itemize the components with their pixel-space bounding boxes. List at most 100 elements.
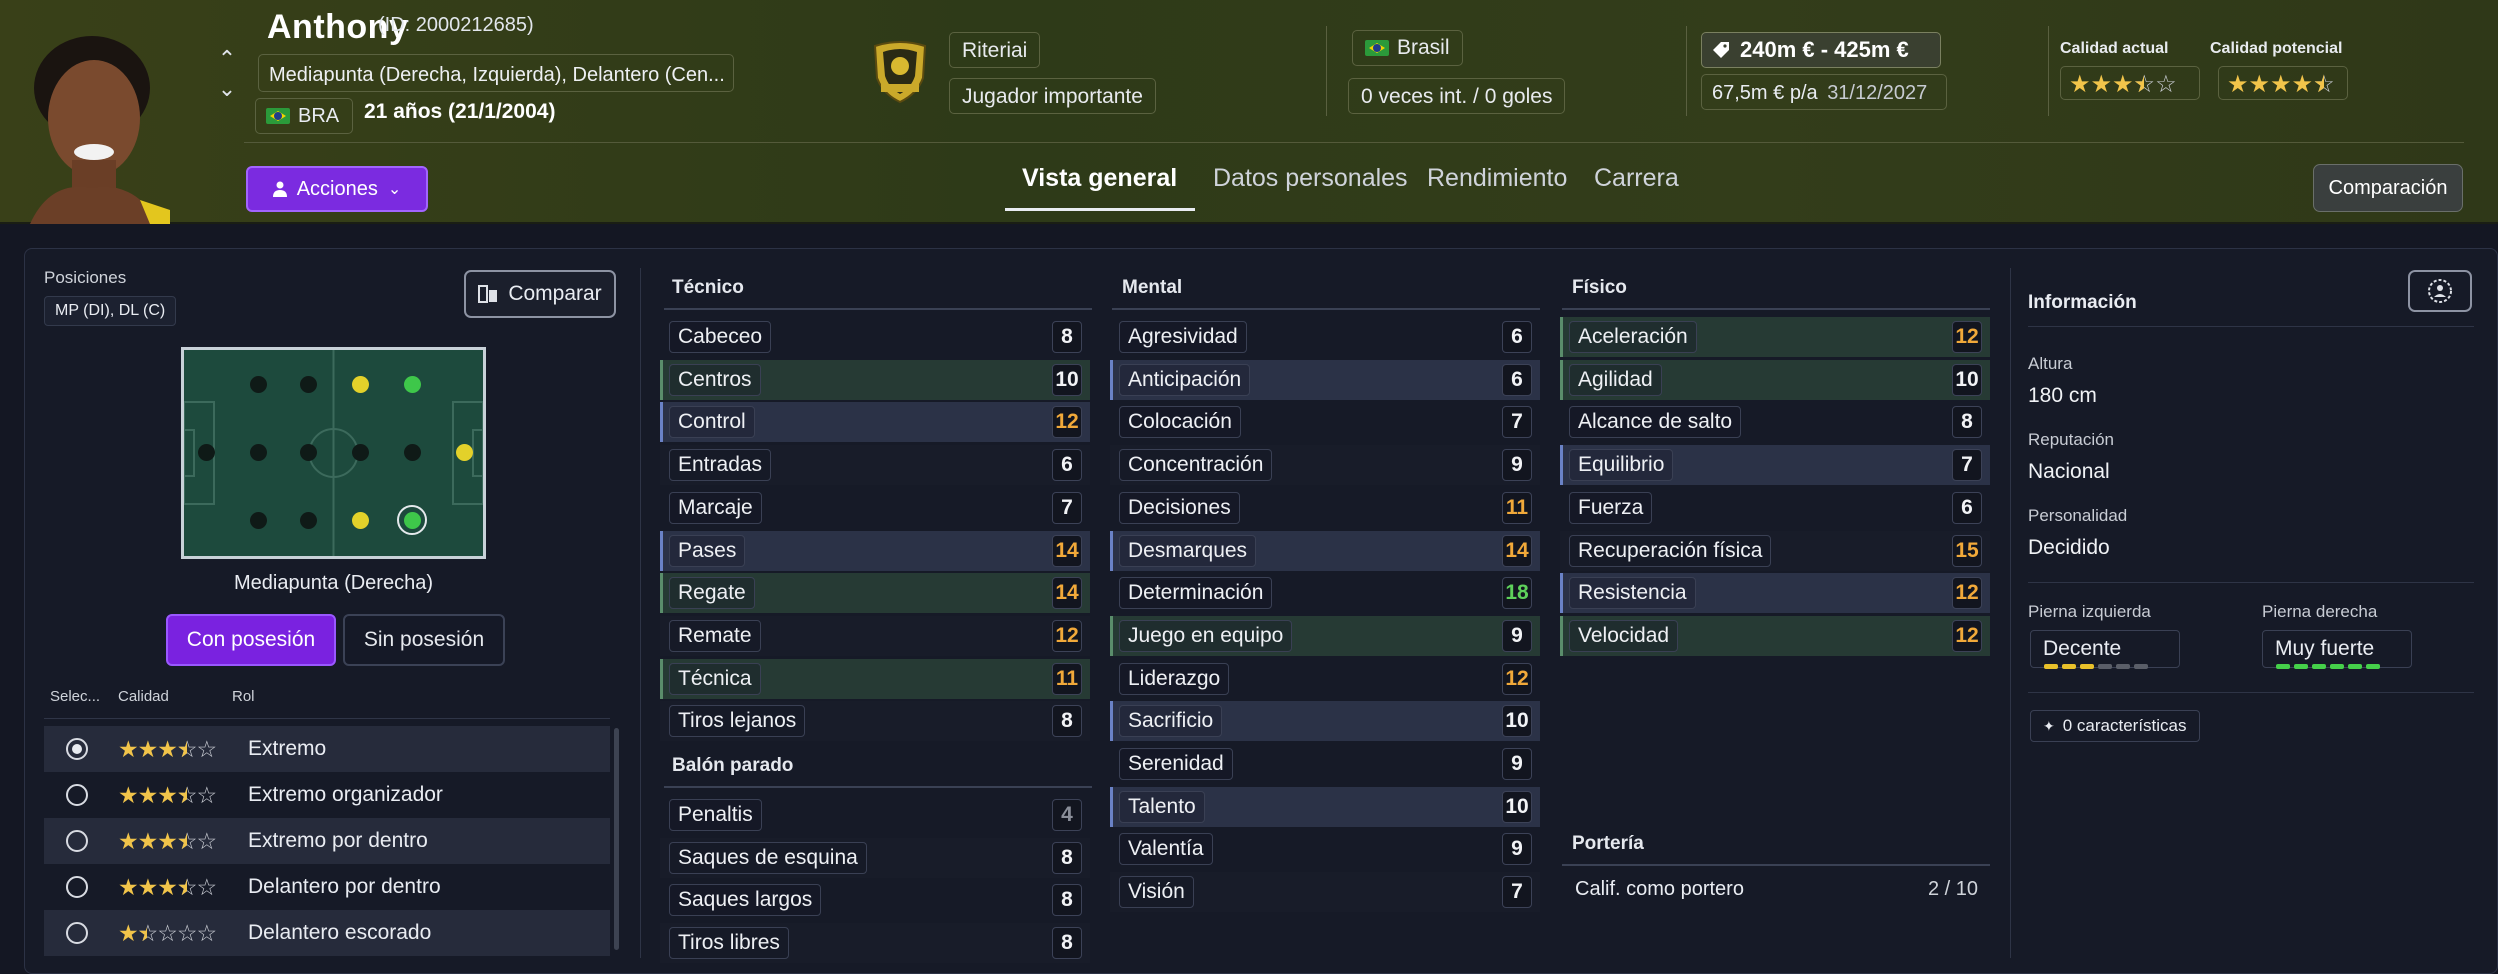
- star-half-icon: ☆★: [2133, 71, 2156, 98]
- star-empty-icon: ☆: [157, 919, 178, 946]
- star-empty-icon: ☆: [196, 919, 218, 946]
- current-quality-label: Calidad actual: [2060, 40, 2169, 57]
- attribute-row[interactable]: Alcance de salto 8: [1560, 402, 1990, 442]
- attribute-row[interactable]: Control 12: [660, 402, 1090, 443]
- star-half-icon: ☆★: [176, 873, 198, 900]
- attribute-row[interactable]: Técnica 11: [660, 658, 1090, 699]
- star-full-icon: ★: [157, 735, 178, 762]
- attribute-row[interactable]: Juego en equipo 9: [1110, 615, 1540, 656]
- attribute-row[interactable]: Recuperación física 15: [1560, 530, 1990, 571]
- attribute-row[interactable]: Marcaje 7: [660, 488, 1090, 528]
- attribute-name: Regate: [669, 577, 755, 610]
- attribute-row[interactable]: Saques largos 8: [660, 880, 1090, 920]
- attribute-row[interactable]: Regate 14: [660, 573, 1090, 614]
- tab-performance[interactable]: Rendimiento: [1427, 164, 1567, 193]
- attribute-row[interactable]: Saques de esquina 8: [660, 837, 1090, 878]
- pitch-position-dot: [352, 512, 369, 529]
- attribute-row[interactable]: Tiros libres 8: [660, 923, 1090, 964]
- role-radio[interactable]: [66, 830, 88, 852]
- pitch-position-dot: [352, 444, 369, 461]
- role-quality-stars: ★☆★☆☆☆: [118, 920, 248, 947]
- national-team-name: Brasil: [1397, 36, 1450, 59]
- attribute-row[interactable]: Penaltis 4: [660, 795, 1090, 835]
- profile-settings-button[interactable]: [2408, 270, 2472, 312]
- star-full-icon: ★: [137, 735, 159, 762]
- attribute-row[interactable]: Concentración 9: [1110, 445, 1540, 486]
- role-radio[interactable]: [66, 922, 88, 944]
- attribute-value: 7: [1502, 406, 1532, 439]
- height-value: 180 cm: [2028, 384, 2097, 407]
- brazil-flag-icon: [266, 108, 290, 124]
- attribute-row[interactable]: Velocidad 12: [1560, 615, 1990, 656]
- player-positions[interactable]: Mediapunta (Derecha, Izquierda), Delante…: [258, 54, 734, 92]
- attribute-value: 7: [1952, 449, 1982, 482]
- comparison-button[interactable]: Comparación: [2313, 164, 2463, 212]
- tab-personal-data[interactable]: Datos personales: [1213, 164, 1408, 193]
- attribute-row[interactable]: Determinación 18: [1110, 573, 1540, 613]
- nationality-badge[interactable]: BRA: [255, 98, 353, 134]
- club-name[interactable]: Riteriai: [949, 32, 1041, 68]
- role-radio[interactable]: [66, 876, 88, 898]
- attribute-row[interactable]: Anticipación 6: [1110, 359, 1540, 400]
- attribute-row[interactable]: Resistencia 12: [1560, 573, 1990, 614]
- role-row[interactable]: ★★★☆★☆Extremo organizador: [44, 772, 610, 818]
- attribute-row[interactable]: Pases 14: [660, 530, 1090, 571]
- attribute-name: Determinación: [1119, 577, 1273, 610]
- role-radio[interactable]: [66, 784, 88, 806]
- actions-button[interactable]: Acciones ⌄: [246, 166, 428, 212]
- attribute-row[interactable]: Serenidad 9: [1110, 744, 1540, 784]
- traits-button[interactable]: ✦ 0 características: [2030, 710, 2200, 742]
- attribute-row[interactable]: Aceleración 12: [1560, 317, 1990, 357]
- national-team-badge[interactable]: Brasil: [1352, 30, 1463, 66]
- attribute-value: 6: [1052, 449, 1082, 482]
- attribute-value: 6: [1502, 321, 1532, 353]
- attribute-row[interactable]: Decisiones 11: [1110, 488, 1540, 528]
- attribute-row[interactable]: Visión 7: [1110, 872, 1540, 913]
- without-possession-button[interactable]: Sin posesión: [343, 614, 505, 666]
- attribute-row[interactable]: Tiros lejanos 8: [660, 701, 1090, 742]
- star-empty-icon: ☆: [176, 919, 198, 946]
- role-row[interactable]: ★★★☆★☆Extremo por dentro: [44, 818, 610, 864]
- positions-badge: MP (DI), DL (C): [44, 296, 177, 326]
- attribute-row[interactable]: Sacrificio 10: [1110, 701, 1540, 742]
- attribute-row[interactable]: Entradas 6: [660, 445, 1090, 486]
- club-crest-icon[interactable]: [869, 38, 931, 104]
- tab-career[interactable]: Carrera: [1594, 164, 1679, 193]
- role-row[interactable]: ★★★☆★☆Delantero por dentro: [44, 864, 610, 910]
- person-circle-icon: [2428, 279, 2452, 303]
- with-possession-button[interactable]: Con posesión: [166, 614, 336, 666]
- attribute-row[interactable]: Desmarques 14: [1110, 530, 1540, 571]
- attribute-row[interactable]: Centros 10: [660, 359, 1090, 400]
- attribute-name: Control: [669, 406, 755, 439]
- attribute-row[interactable]: Talento 10: [1110, 786, 1540, 827]
- previous-player-icon[interactable]: ⌃: [216, 44, 238, 74]
- role-radio[interactable]: [66, 738, 88, 760]
- attribute-row[interactable]: Agilidad 10: [1560, 359, 1990, 400]
- star-empty-icon: ☆: [196, 827, 218, 854]
- attribute-row[interactable]: Cabeceo 8: [660, 317, 1090, 357]
- info-title: Información: [2028, 292, 2137, 313]
- attribute-name: Técnica: [669, 662, 761, 695]
- attribute-value: 11: [1502, 491, 1532, 524]
- attribute-row[interactable]: Fuerza 6: [1560, 488, 1990, 528]
- role-row[interactable]: ★★★☆★☆Extremo: [44, 726, 610, 772]
- attribute-row[interactable]: Valentía 9: [1110, 829, 1540, 869]
- attribute-row[interactable]: Remate 12: [660, 615, 1090, 656]
- attribute-row[interactable]: Equilibrio 7: [1560, 445, 1990, 486]
- next-player-icon[interactable]: ⌄: [216, 74, 238, 104]
- attribute-value: 12: [1502, 662, 1532, 695]
- physical-underline: [1562, 308, 1990, 310]
- set-pieces-underline: [664, 786, 1092, 788]
- roles-scrollbar[interactable]: [614, 728, 619, 950]
- attribute-row[interactable]: Liderazgo 12: [1110, 659, 1540, 699]
- role-row[interactable]: ★☆★☆☆☆Delantero escorado: [44, 910, 610, 956]
- player-id: (ID: 2000212685): [378, 14, 534, 36]
- attribute-row[interactable]: Agresividad 6: [1110, 317, 1540, 357]
- tab-overview[interactable]: Vista general: [1022, 164, 1177, 193]
- attribute-value: 10: [1052, 363, 1082, 396]
- compare-positions-button[interactable]: Comparar: [464, 270, 616, 318]
- attribute-value: 7: [1052, 491, 1082, 524]
- attribute-name: Centros: [669, 363, 761, 396]
- role-name: Extremo: [248, 737, 327, 760]
- attribute-row[interactable]: Colocación 7: [1110, 402, 1540, 442]
